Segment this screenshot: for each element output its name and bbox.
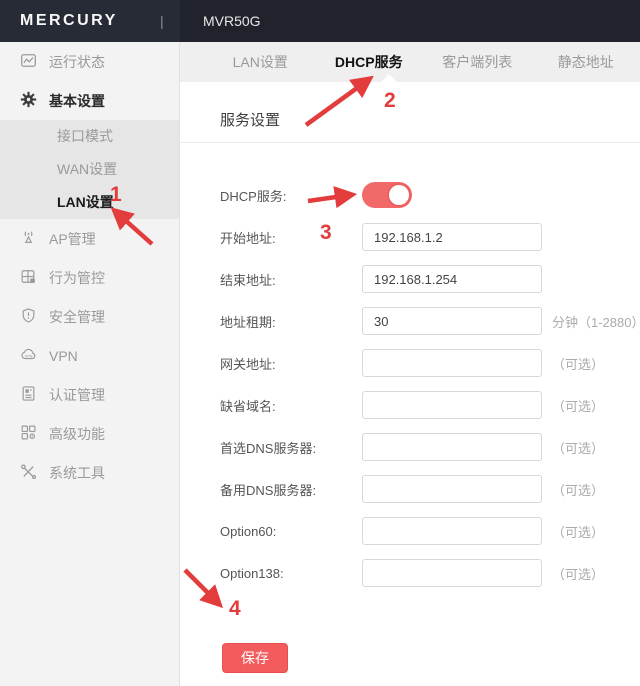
field-suffix: （可选） [552,522,604,541]
tab-client-list[interactable]: 客户端列表 [423,42,532,82]
field-label: Option138: [220,566,362,581]
sidebar-item-system-tools[interactable]: 系统工具 [0,453,179,492]
field-suffix: （可选） [552,354,604,373]
form-row-option138: Option138: （可选） [220,559,640,587]
field-label: 地址租期: [220,312,362,331]
basic-settings-submenu: 接口模式 WAN设置 LAN设置 [0,120,179,219]
topbar: MERCURY | MVR50G [0,0,640,42]
end-address-input[interactable] [362,265,542,293]
form-row-lease-time: 地址租期: 分钟（1-2880） [220,307,640,335]
field-suffix: （可选） [552,480,604,499]
field-label: DHCP服务: [220,186,362,205]
gear-icon [20,91,37,111]
form-row-secondary-dns: 备用DNS服务器: （可选） [220,475,640,503]
save-button[interactable]: 保存 [222,643,288,673]
dhcp-service-toggle[interactable] [362,182,412,208]
sidebar-item-running-status[interactable]: 运行状态 [0,42,179,81]
svg-text:VPN: VPN [25,354,33,358]
tab-lan-settings[interactable]: LAN设置 [206,42,315,82]
field-suffix: （可选） [552,564,604,583]
start-address-input[interactable] [362,223,542,251]
sidebar-subitem-wan-settings[interactable]: WAN设置 [0,153,179,186]
default-domain-input[interactable] [362,391,542,419]
sidebar-item-advanced-features[interactable]: 高级功能 [0,414,179,453]
field-label: Option60: [220,524,362,539]
option138-input[interactable] [362,559,542,587]
sidebar-item-label: 运行状态 [49,52,105,72]
tabbar: LAN设置 DHCP服务 客户端列表 静态地址 [180,42,640,82]
device-model: MVR50G [203,0,261,42]
dhcp-settings-form: DHCP服务: 开始地址: 结束地址: 地址租期: 分钟（1-2880） 网关地… [220,181,640,673]
advanced-grid-icon [20,424,37,444]
tools-icon [20,463,37,483]
ap-antenna-icon [20,229,37,249]
form-row-primary-dns: 首选DNS服务器: （可选） [220,433,640,461]
sidebar-item-security-management[interactable]: 安全管理 [0,297,179,336]
vpn-cloud-icon: VPN [20,346,37,366]
gateway-address-input[interactable] [362,349,542,377]
sidebar-subitem-lan-settings[interactable]: LAN设置 [0,186,179,219]
secondary-dns-input[interactable] [362,475,542,503]
option60-input[interactable] [362,517,542,545]
sidebar-item-label: 安全管理 [49,307,105,327]
sidebar-item-basic-settings[interactable]: 基本设置 [0,81,179,120]
form-row-gateway: 网关地址: （可选） [220,349,640,377]
form-row-option60: Option60: （可选） [220,517,640,545]
sidebar-item-label: 认证管理 [49,385,105,405]
field-label: 开始地址: [220,228,362,247]
section-divider [180,142,640,143]
status-icon [20,52,37,72]
field-suffix: （可选） [552,438,604,457]
field-label: 结束地址: [220,270,362,289]
sidebar-item-label: 高级功能 [49,424,105,444]
section-title: 服务设置 [180,82,640,130]
sidebar: 运行状态 基本设置 接口模式 WAN设置 LAN设置 [0,42,180,686]
brand-separator: | [160,0,164,42]
toggle-knob [387,183,411,207]
auth-card-icon [20,385,37,405]
brand-logo: MERCURY [20,0,118,42]
sidebar-item-label: 行为管控 [49,268,105,288]
form-row-end-address: 结束地址: [220,265,640,293]
sidebar-item-label: AP管理 [49,229,96,249]
main-content: LAN设置 DHCP服务 客户端列表 静态地址 服务设置 DHCP服务: 开始地… [180,42,640,686]
field-suffix: 分钟（1-2880） [552,312,640,331]
sidebar-item-label: 基本设置 [49,91,105,111]
field-label: 首选DNS服务器: [220,438,362,457]
field-label: 备用DNS服务器: [220,480,362,499]
form-row-default-domain: 缺省域名: （可选） [220,391,640,419]
sidebar-item-ap-management[interactable]: AP管理 [0,219,179,258]
sidebar-item-label: 系统工具 [49,463,105,483]
tab-static-address[interactable]: 静态地址 [532,42,640,82]
field-suffix: （可选） [552,396,604,415]
behavior-grid-icon [20,268,37,288]
active-tab-notch [381,74,397,82]
primary-dns-input[interactable] [362,433,542,461]
shield-icon [20,307,37,327]
field-label: 缺省域名: [220,396,362,415]
sidebar-item-label: VPN [49,348,78,364]
lease-time-input[interactable] [362,307,542,335]
sidebar-subitem-interface-mode[interactable]: 接口模式 [0,120,179,153]
field-label: 网关地址: [220,354,362,373]
sidebar-item-vpn[interactable]: VPN VPN [0,336,179,375]
form-row-dhcp-toggle: DHCP服务: [220,181,640,209]
sidebar-item-auth-management[interactable]: 认证管理 [0,375,179,414]
sidebar-item-behavior-control[interactable]: 行为管控 [0,258,179,297]
tab-dhcp-service[interactable]: DHCP服务 [315,42,424,82]
form-row-start-address: 开始地址: [220,223,640,251]
